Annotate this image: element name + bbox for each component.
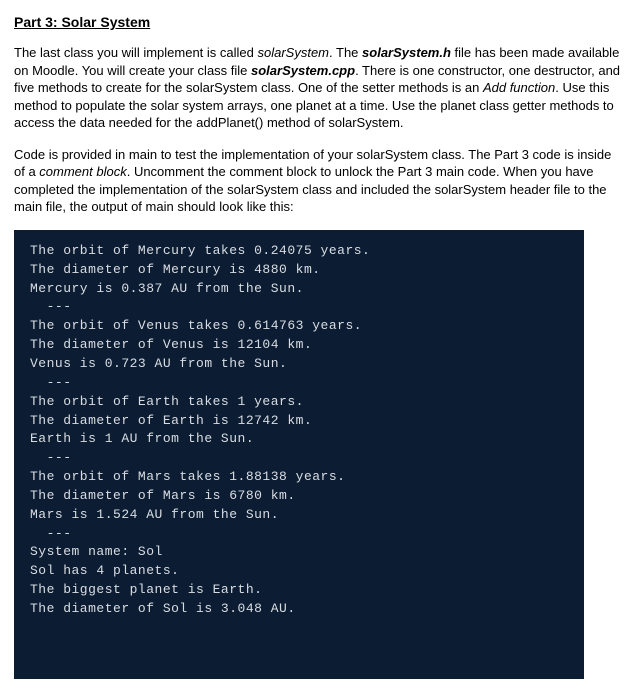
paragraph-2: Code is provided in main to test the imp… [14,146,622,216]
paragraph-1: The last class you will implement is cal… [14,44,622,132]
bold-italic-term: solarSystem.h [362,45,451,60]
section-heading: Part 3: Solar System [14,14,622,30]
bold-italic-term: solarSystem.cpp [251,63,355,78]
text-run: The last class you will implement is cal… [14,45,257,60]
italic-term: Add function [483,80,555,95]
terminal-output: The orbit of Mercury takes 0.24075 years… [14,230,584,679]
italic-term: comment block [39,164,126,179]
italic-term: solarSystem [257,45,329,60]
text-run: . The [329,45,362,60]
